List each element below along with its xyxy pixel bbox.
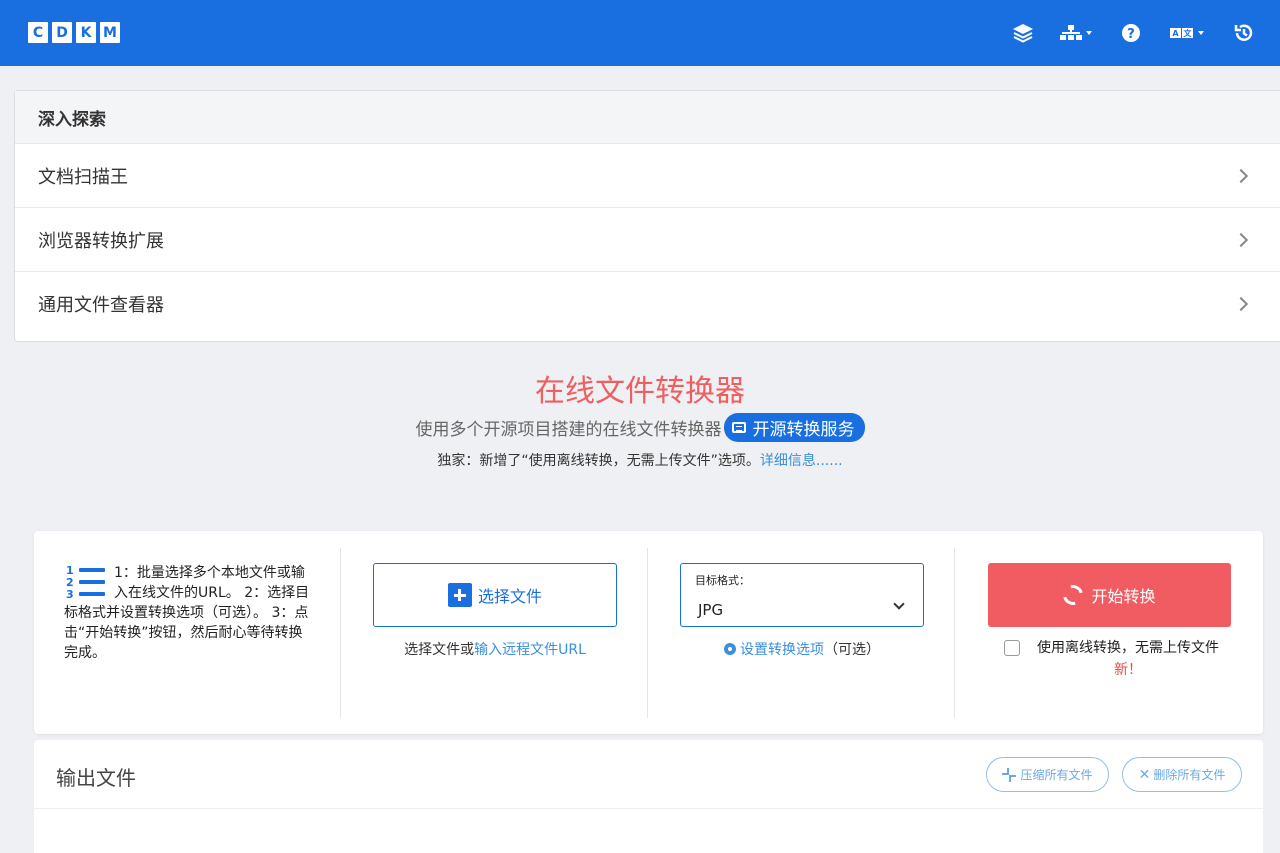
divider: [34, 808, 1263, 809]
svg-text:?: ?: [1127, 27, 1135, 42]
exclusive-note: 独家：新增了“使用离线转换，无需上传文件”选项。详细信息......: [0, 450, 1280, 470]
column-divider: [954, 548, 955, 718]
language-icon[interactable]: A 文: [1170, 25, 1204, 41]
column-divider: [647, 548, 648, 718]
logo[interactable]: C D K M: [28, 22, 120, 43]
close-icon: ✕: [1138, 766, 1151, 783]
offline-text: 使用离线转换，无需上传文件: [1037, 640, 1219, 656]
delete-all-button[interactable]: ✕ 删除所有文件: [1122, 757, 1242, 792]
newspaper-icon: [731, 422, 746, 433]
explore-item-file-viewer[interactable]: 通用文件查看器: [15, 272, 1280, 336]
sitemap-icon[interactable]: [1060, 24, 1092, 42]
help-icon[interactable]: ?: [1121, 23, 1141, 43]
refresh-icon: [1059, 581, 1088, 609]
remote-url-link[interactable]: 输入远程文件URL: [474, 642, 586, 658]
top-navbar: C D K M ? A 文: [0, 0, 1280, 66]
explore-item-label: 文档扫描王: [38, 166, 128, 188]
ordered-list-icon: 1 2 3: [64, 563, 108, 603]
exclusive-note-text: 独家：新增了“使用离线转换，无需上传文件”选项。: [437, 453, 760, 469]
target-format-value: JPG: [698, 601, 724, 619]
gear-icon: [724, 643, 736, 655]
explore-panel: 深入探索 文档扫描王 浏览器转换扩展 通用文件查看器: [14, 90, 1280, 342]
select-files-label: 选择文件: [477, 587, 542, 606]
open-source-service-label: 开源转换服务: [752, 420, 855, 440]
svg-text:A: A: [1172, 29, 1179, 38]
offline-checkbox[interactable]: [1004, 640, 1020, 656]
explore-item-browser-extension[interactable]: 浏览器转换扩展: [15, 208, 1280, 272]
history-icon[interactable]: [1233, 22, 1255, 44]
details-link[interactable]: 详细信息......: [760, 453, 843, 469]
start-conversion-label: 开始转换: [1091, 587, 1156, 606]
explore-item-doc-scanner[interactable]: 文档扫描王: [15, 144, 1280, 208]
column-divider: [340, 548, 341, 718]
chevron-right-icon: [1233, 232, 1249, 247]
logo-letter-d: D: [52, 22, 72, 43]
svg-text:文: 文: [1184, 28, 1193, 38]
open-source-service-button[interactable]: 开源转换服务: [723, 413, 865, 442]
logo-letter-k: K: [76, 22, 96, 43]
explore-item-label: 浏览器转换扩展: [38, 230, 164, 252]
explore-title: 深入探索: [15, 91, 1280, 144]
output-panel: 输出文件 压缩所有文件 ✕ 删除所有文件: [34, 740, 1263, 853]
conversion-options-link[interactable]: 设置转换选项: [740, 639, 824, 659]
page-title: 在线文件转换器: [535, 374, 745, 409]
start-conversion-button[interactable]: 开始转换: [988, 563, 1231, 627]
chevron-down-icon: [1198, 31, 1204, 35]
layers-icon[interactable]: [1012, 23, 1034, 43]
target-format-label: 目标格式：: [695, 574, 750, 587]
converter-panel: 1 2 3 1：批量选择多个本地文件或输入在线文件的URL。 2：选择目标格式并…: [34, 531, 1263, 734]
subtitle-text: 使用多个开源项目搭建的在线文件转换器: [415, 420, 722, 440]
steps-instructions: 1 2 3 1：批量选择多个本地文件或输入在线文件的URL。 2：选择目标格式并…: [64, 563, 314, 663]
select-hint: 选择文件或输入远程文件URL: [373, 639, 617, 659]
logo-letter-m: M: [100, 22, 120, 43]
page-subtitle: 使用多个开源项目搭建的在线文件转换器 开源转换服务: [0, 413, 1280, 442]
chevron-down-icon: [1086, 31, 1092, 35]
new-badge: 新！: [1114, 662, 1142, 678]
logo-letter-c: C: [28, 22, 48, 43]
select-hint-text: 选择文件或: [404, 642, 475, 658]
offline-label: 使用离线转换，无需上传文件 新！: [1004, 637, 1222, 681]
target-format-select[interactable]: 目标格式： JPG: [680, 563, 924, 627]
chevron-down-icon: [893, 598, 905, 610]
offline-option: 使用离线转换，无需上传文件 新！: [1004, 637, 1222, 681]
compress-all-button[interactable]: 压缩所有文件: [986, 757, 1109, 792]
plus-icon: [447, 583, 472, 607]
compress-icon: [1002, 767, 1017, 782]
optional-note: （可选）: [824, 642, 880, 658]
compress-all-label: 压缩所有文件: [1020, 768, 1093, 782]
output-title: 输出文件: [56, 766, 136, 790]
chevron-right-icon: [1233, 168, 1249, 183]
delete-all-label: 删除所有文件: [1153, 768, 1226, 782]
conversion-options: 设置转换选项 （可选）: [680, 639, 924, 659]
select-files-button[interactable]: 选择文件: [373, 563, 617, 627]
explore-item-label: 通用文件查看器: [38, 295, 164, 316]
chevron-right-icon: [1233, 296, 1249, 312]
